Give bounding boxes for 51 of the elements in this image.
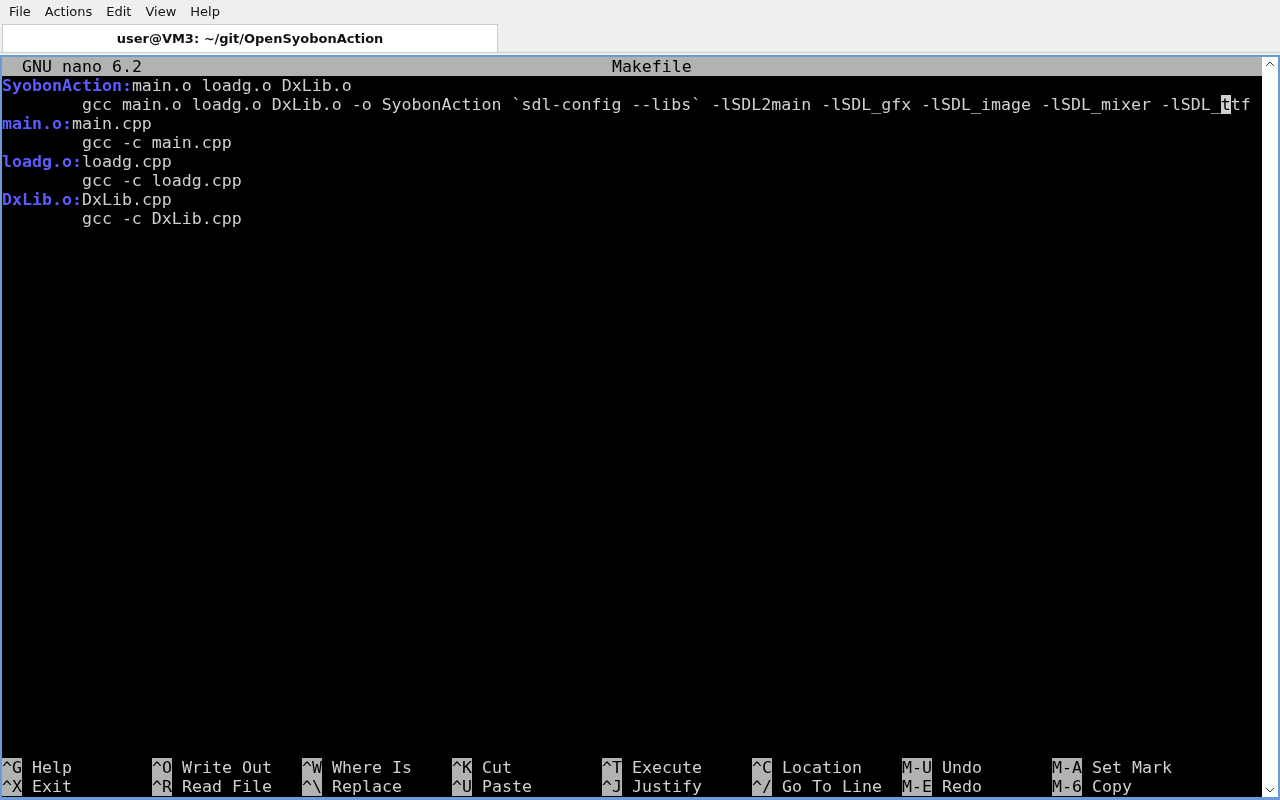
shortcut-label: Redo: [942, 777, 982, 796]
menu-item[interactable]: Help: [183, 3, 227, 19]
shortcut-label: Exit: [32, 777, 72, 796]
shortcut-label: Location: [782, 758, 862, 777]
menu-item[interactable]: Edit: [99, 3, 139, 19]
shortcut-label: Execute: [632, 758, 702, 777]
shortcut-key: ^G: [2, 758, 22, 777]
shortcut-key: ^/: [752, 777, 772, 796]
shortcut-label: Undo: [942, 758, 982, 777]
shortcut-key: ^J: [602, 777, 622, 796]
code-line: DxLib.o:DxLib.cpp: [2, 190, 173, 209]
shortcut-label: Help: [32, 758, 72, 777]
shortcut-key: ^K: [452, 758, 472, 777]
shortcut-key: ^O: [152, 758, 172, 777]
menu-item[interactable]: File: [2, 3, 38, 19]
shortcut-label: Replace: [332, 777, 402, 796]
shortcut-key: M-U: [902, 758, 932, 777]
code-line: gcc main.o loadg.o DxLib.o -o SyobonAction `sdl-config --libs` -lSDL2main -lSDL_gfx -lSDL_image -lSDL_mixer -lSDL_ttf: [80, 95, 1252, 114]
code-line: gcc -c loadg.cpp: [80, 171, 243, 190]
shortcut-label: Write Out: [182, 758, 272, 777]
shortcut-key: ^T: [602, 758, 622, 777]
shortcut-key: M-6: [1052, 777, 1082, 796]
scroll-up-icon[interactable]: [1265, 61, 1275, 67]
code-line: loadg.o:loadg.cpp: [2, 152, 173, 171]
shortcut-label: Set Mark: [1092, 758, 1172, 777]
shortcut-key: M-E: [902, 777, 932, 796]
shortcut-key: ^X: [2, 777, 22, 796]
shortcut-key: ^R: [152, 777, 172, 796]
shortcut-label: Paste: [482, 777, 532, 796]
scroll-down-icon[interactable]: [1265, 787, 1275, 793]
shortcut-label: Read File: [182, 777, 272, 796]
file-name: Makefile: [610, 57, 692, 76]
menu-item[interactable]: View: [138, 3, 184, 19]
shortcut-key: ^U: [452, 777, 472, 796]
scrollbar[interactable]: [1262, 57, 1278, 797]
code-line: main.o:main.cpp: [2, 114, 153, 133]
code-line: gcc -c DxLib.cpp: [80, 209, 243, 228]
shortcut-key: ^W: [302, 758, 322, 777]
editor-version: GNU nano 6.2: [21, 57, 142, 76]
menu-item[interactable]: Actions: [37, 3, 100, 19]
shortcut-key: ^\: [302, 777, 322, 796]
shortcut-label: Copy: [1092, 777, 1132, 796]
shortcut-label: Justify: [632, 777, 702, 796]
shortcut-key: ^C: [752, 758, 772, 777]
shortcut-label: Where Is: [332, 758, 412, 777]
shortcut-label: Go To Line: [782, 777, 882, 796]
code-line: SyobonAction:main.o loadg.o DxLib.o: [2, 76, 353, 95]
shortcut-key: M-A: [1052, 758, 1082, 777]
terminal-tab[interactable]: user@VM3: ~/git/OpenSyobonAction: [2, 24, 498, 52]
shortcut-label: Cut: [482, 758, 512, 777]
code-line: gcc -c main.cpp: [80, 133, 233, 152]
